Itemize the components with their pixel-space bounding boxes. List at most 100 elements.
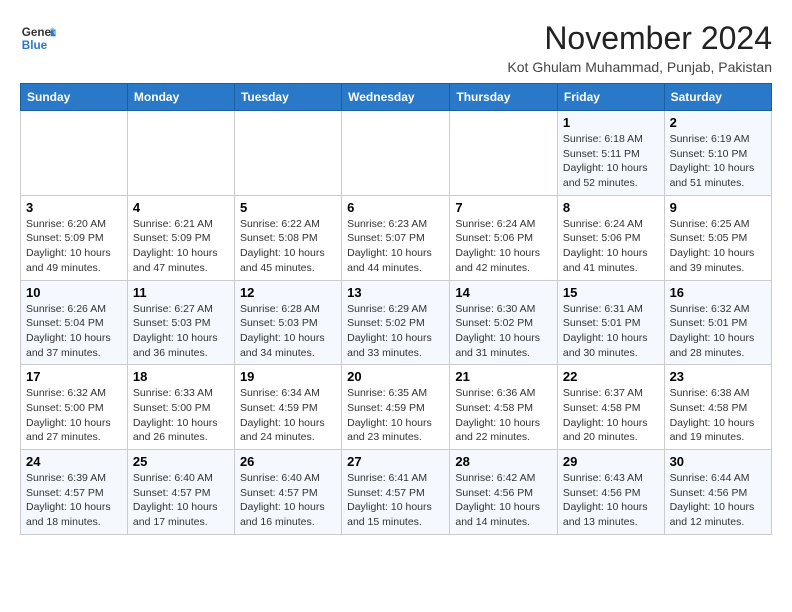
- calendar-cell: 18 Sunrise: 6:33 AM Sunset: 5:00 PM Dayli…: [127, 365, 234, 450]
- day-content: Sunrise: 6:26 AM Sunset: 5:04 PM Dayligh…: [26, 302, 122, 361]
- calendar-body: 1 Sunrise: 6:18 AM Sunset: 5:11 PM Daylig…: [21, 111, 772, 535]
- calendar-cell: 8 Sunrise: 6:24 AM Sunset: 5:06 PM Daylig…: [557, 195, 664, 280]
- day-number: 3: [26, 200, 122, 215]
- calendar-cell: 27 Sunrise: 6:41 AM Sunset: 4:57 PM Dayli…: [342, 450, 450, 535]
- calendar-cell: 4 Sunrise: 6:21 AM Sunset: 5:09 PM Daylig…: [127, 195, 234, 280]
- day-number: 5: [240, 200, 336, 215]
- calendar-cell: 11 Sunrise: 6:27 AM Sunset: 5:03 PM Dayli…: [127, 280, 234, 365]
- day-content: Sunrise: 6:34 AM Sunset: 4:59 PM Dayligh…: [240, 386, 336, 445]
- day-number: 8: [563, 200, 659, 215]
- day-content: Sunrise: 6:30 AM Sunset: 5:02 PM Dayligh…: [455, 302, 552, 361]
- calendar-week-4: 17 Sunrise: 6:32 AM Sunset: 5:00 PM Dayli…: [21, 365, 772, 450]
- day-content: Sunrise: 6:23 AM Sunset: 5:07 PM Dayligh…: [347, 217, 444, 276]
- day-content: Sunrise: 6:32 AM Sunset: 5:00 PM Dayligh…: [26, 386, 122, 445]
- day-content: Sunrise: 6:40 AM Sunset: 4:57 PM Dayligh…: [133, 471, 229, 530]
- calendar-cell: [342, 111, 450, 196]
- calendar-cell: 9 Sunrise: 6:25 AM Sunset: 5:05 PM Daylig…: [664, 195, 771, 280]
- calendar-cell: [21, 111, 128, 196]
- day-content: Sunrise: 6:25 AM Sunset: 5:05 PM Dayligh…: [670, 217, 766, 276]
- calendar-cell: 12 Sunrise: 6:28 AM Sunset: 5:03 PM Dayli…: [234, 280, 341, 365]
- calendar-cell: 29 Sunrise: 6:43 AM Sunset: 4:56 PM Dayli…: [557, 450, 664, 535]
- day-content: Sunrise: 6:24 AM Sunset: 5:06 PM Dayligh…: [563, 217, 659, 276]
- day-content: Sunrise: 6:43 AM Sunset: 4:56 PM Dayligh…: [563, 471, 659, 530]
- calendar-cell: 1 Sunrise: 6:18 AM Sunset: 5:11 PM Daylig…: [557, 111, 664, 196]
- calendar-week-3: 10 Sunrise: 6:26 AM Sunset: 5:04 PM Dayli…: [21, 280, 772, 365]
- title-area: November 2024 Kot Ghulam Muhammad, Punja…: [507, 20, 772, 75]
- col-thursday: Thursday: [450, 84, 558, 111]
- day-number: 20: [347, 369, 444, 384]
- day-number: 9: [670, 200, 766, 215]
- day-number: 21: [455, 369, 552, 384]
- day-number: 29: [563, 454, 659, 469]
- day-content: Sunrise: 6:31 AM Sunset: 5:01 PM Dayligh…: [563, 302, 659, 361]
- day-content: Sunrise: 6:19 AM Sunset: 5:10 PM Dayligh…: [670, 132, 766, 191]
- calendar-cell: [234, 111, 341, 196]
- col-tuesday: Tuesday: [234, 84, 341, 111]
- calendar-cell: 24Sunrise: 6:39 AM Sunset: 4:57 PM Dayli…: [21, 450, 128, 535]
- calendar-cell: 19Sunrise: 6:34 AM Sunset: 4:59 PM Dayli…: [234, 365, 341, 450]
- col-wednesday: Wednesday: [342, 84, 450, 111]
- day-content: Sunrise: 6:38 AM Sunset: 4:58 PM Dayligh…: [670, 386, 766, 445]
- col-sunday: Sunday: [21, 84, 128, 111]
- calendar-table: Sunday Monday Tuesday Wednesday Thursday…: [20, 83, 772, 535]
- day-number: 11: [133, 285, 229, 300]
- day-content: Sunrise: 6:28 AM Sunset: 5:03 PM Dayligh…: [240, 302, 336, 361]
- location-title: Kot Ghulam Muhammad, Punjab, Pakistan: [507, 59, 772, 75]
- col-friday: Friday: [557, 84, 664, 111]
- day-number: 2: [670, 115, 766, 130]
- day-number: 28: [455, 454, 552, 469]
- calendar-cell: 20 Sunrise: 6:35 AM Sunset: 4:59 PM Dayli…: [342, 365, 450, 450]
- day-content: Sunrise: 6:36 AM Sunset: 4:58 PM Dayligh…: [455, 386, 552, 445]
- day-content: Sunrise: 6:29 AM Sunset: 5:02 PM Dayligh…: [347, 302, 444, 361]
- calendar-cell: 30Sunrise: 6:44 AM Sunset: 4:56 PM Dayli…: [664, 450, 771, 535]
- calendar-cell: 5Sunrise: 6:22 AM Sunset: 5:08 PM Daylig…: [234, 195, 341, 280]
- calendar-cell: [450, 111, 558, 196]
- calendar-cell: 13 Sunrise: 6:29 AM Sunset: 5:02 PM Dayli…: [342, 280, 450, 365]
- header-row: Sunday Monday Tuesday Wednesday Thursday…: [21, 84, 772, 111]
- calendar-week-5: 24Sunrise: 6:39 AM Sunset: 4:57 PM Dayli…: [21, 450, 772, 535]
- day-content: Sunrise: 6:41 AM Sunset: 4:57 PM Dayligh…: [347, 471, 444, 530]
- calendar-cell: 14 Sunrise: 6:30 AM Sunset: 5:02 PM Dayli…: [450, 280, 558, 365]
- day-number: 12: [240, 285, 336, 300]
- day-number: 14: [455, 285, 552, 300]
- day-number: 30: [670, 454, 766, 469]
- day-content: Sunrise: 6:40 AM Sunset: 4:57 PM Dayligh…: [240, 471, 336, 530]
- calendar-cell: 21 Sunrise: 6:36 AM Sunset: 4:58 PM Dayli…: [450, 365, 558, 450]
- calendar-cell: 25Sunrise: 6:40 AM Sunset: 4:57 PM Dayli…: [127, 450, 234, 535]
- header: General Blue November 2024 Kot Ghulam Mu…: [20, 20, 772, 75]
- calendar-cell: 17 Sunrise: 6:32 AM Sunset: 5:00 PM Dayli…: [21, 365, 128, 450]
- day-content: Sunrise: 6:32 AM Sunset: 5:01 PM Dayligh…: [670, 302, 766, 361]
- day-content: Sunrise: 6:27 AM Sunset: 5:03 PM Dayligh…: [133, 302, 229, 361]
- calendar-cell: 23 Sunrise: 6:38 AM Sunset: 4:58 PM Dayli…: [664, 365, 771, 450]
- day-content: Sunrise: 6:21 AM Sunset: 5:09 PM Dayligh…: [133, 217, 229, 276]
- day-content: Sunrise: 6:18 AM Sunset: 5:11 PM Dayligh…: [563, 132, 659, 191]
- day-number: 1: [563, 115, 659, 130]
- calendar-week-2: 3 Sunrise: 6:20 AM Sunset: 5:09 PM Daylig…: [21, 195, 772, 280]
- day-number: 10: [26, 285, 122, 300]
- day-content: Sunrise: 6:37 AM Sunset: 4:58 PM Dayligh…: [563, 386, 659, 445]
- day-number: 23: [670, 369, 766, 384]
- day-number: 7: [455, 200, 552, 215]
- logo-icon: General Blue: [20, 20, 56, 56]
- day-content: Sunrise: 6:39 AM Sunset: 4:57 PM Dayligh…: [26, 471, 122, 530]
- day-number: 27: [347, 454, 444, 469]
- day-number: 18: [133, 369, 229, 384]
- day-number: 17: [26, 369, 122, 384]
- day-content: Sunrise: 6:33 AM Sunset: 5:00 PM Dayligh…: [133, 386, 229, 445]
- calendar-cell: 3 Sunrise: 6:20 AM Sunset: 5:09 PM Daylig…: [21, 195, 128, 280]
- calendar-cell: 10 Sunrise: 6:26 AM Sunset: 5:04 PM Dayli…: [21, 280, 128, 365]
- day-number: 4: [133, 200, 229, 215]
- day-content: Sunrise: 6:35 AM Sunset: 4:59 PM Dayligh…: [347, 386, 444, 445]
- calendar-cell: 28 Sunrise: 6:42 AM Sunset: 4:56 PM Dayli…: [450, 450, 558, 535]
- calendar-cell: 22Sunrise: 6:37 AM Sunset: 4:58 PM Dayli…: [557, 365, 664, 450]
- svg-text:Blue: Blue: [22, 39, 48, 52]
- col-saturday: Saturday: [664, 84, 771, 111]
- col-monday: Monday: [127, 84, 234, 111]
- day-number: 13: [347, 285, 444, 300]
- day-number: 6: [347, 200, 444, 215]
- calendar-cell: 15Sunrise: 6:31 AM Sunset: 5:01 PM Dayli…: [557, 280, 664, 365]
- calendar-header: Sunday Monday Tuesday Wednesday Thursday…: [21, 84, 772, 111]
- day-content: Sunrise: 6:42 AM Sunset: 4:56 PM Dayligh…: [455, 471, 552, 530]
- calendar-cell: 2 Sunrise: 6:19 AM Sunset: 5:10 PM Daylig…: [664, 111, 771, 196]
- day-content: Sunrise: 6:20 AM Sunset: 5:09 PM Dayligh…: [26, 217, 122, 276]
